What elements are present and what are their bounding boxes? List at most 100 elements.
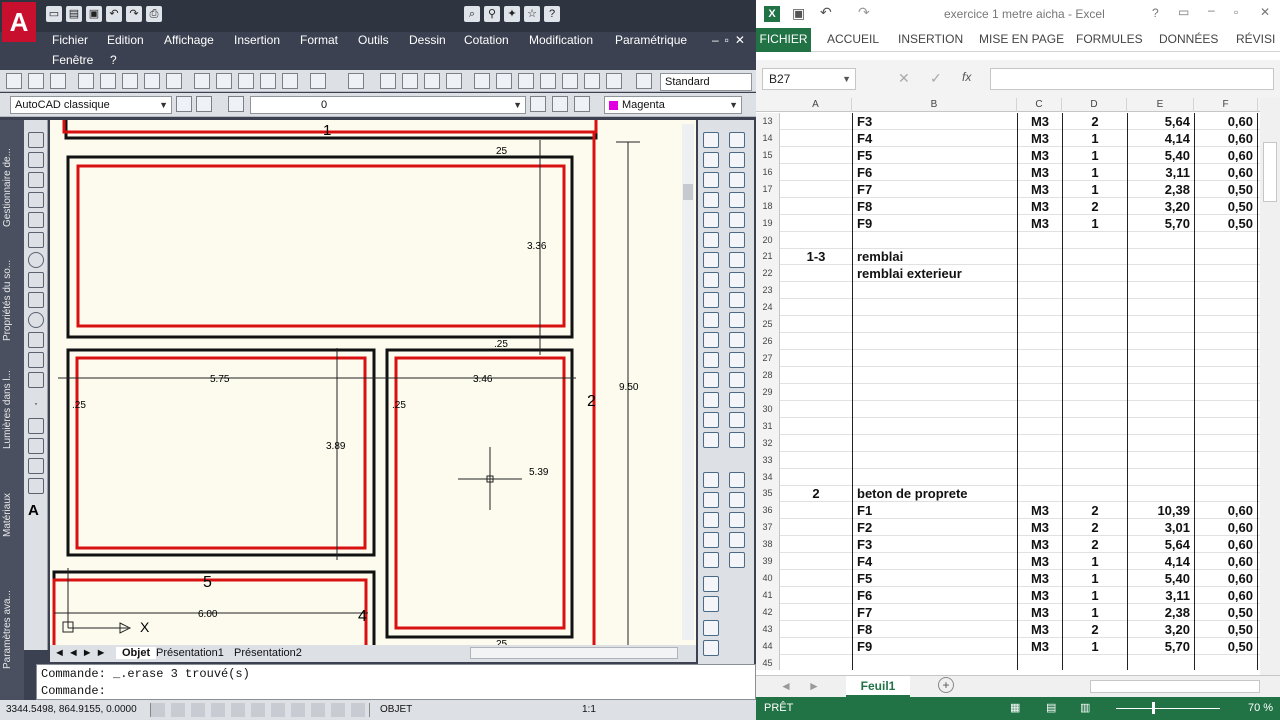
stretch-icon[interactable] <box>703 292 719 308</box>
cell-c[interactable]: M3 <box>1017 620 1062 638</box>
row-header[interactable]: 24 <box>756 299 780 317</box>
cell-c[interactable]: M3 <box>1017 553 1062 571</box>
tab-presentation2[interactable]: Présentation2 <box>234 647 302 659</box>
cell-b[interactable]: F3 <box>852 536 1017 554</box>
polygon-icon[interactable] <box>28 192 44 208</box>
cell-d[interactable]: 1 <box>1062 637 1127 655</box>
cell-e[interactable] <box>1127 231 1194 249</box>
cell-b[interactable]: F7 <box>852 180 1017 198</box>
zoom-window-icon[interactable] <box>424 73 440 89</box>
cell-d[interactable]: 2 <box>1062 620 1127 638</box>
cell-b[interactable]: remblai exterieur <box>852 265 1017 283</box>
tab-insertion[interactable]: INSERTION <box>898 32 963 46</box>
cell-c[interactable] <box>1017 366 1062 384</box>
palette-tab-lumieres[interactable]: Lumières dans l... <box>2 360 22 460</box>
cell-c[interactable] <box>1017 451 1062 469</box>
cell-c[interactable] <box>1017 248 1062 266</box>
row-header[interactable]: 19 <box>756 214 780 232</box>
cell-a[interactable] <box>780 198 852 215</box>
cell-e[interactable] <box>1127 299 1194 317</box>
menu-edition[interactable]: Edition <box>107 33 144 47</box>
cell-b[interactable] <box>852 231 1017 249</box>
cell-f[interactable] <box>1194 350 1258 368</box>
cell-b[interactable] <box>852 350 1017 368</box>
coordinates-readout[interactable]: 3344.5498, 864.9155, 0.0000 <box>6 704 137 715</box>
model-space-button[interactable]: OBJET <box>380 704 412 715</box>
cell-b[interactable]: F9 <box>852 214 1017 232</box>
cell-a[interactable] <box>780 147 852 164</box>
single-line-text-icon[interactable] <box>703 532 719 548</box>
cell-e[interactable] <box>1127 366 1194 384</box>
autocad-logo-button[interactable]: A <box>2 2 36 42</box>
cell-d[interactable] <box>1062 265 1127 283</box>
cell-f[interactable]: 0,60 <box>1194 519 1258 537</box>
ellipse-arc-icon[interactable] <box>28 332 44 348</box>
cell-c[interactable]: M3 <box>1017 587 1062 605</box>
row-header[interactable]: 15 <box>756 146 780 164</box>
cell-c[interactable]: M3 <box>1017 637 1062 655</box>
cut-icon[interactable] <box>194 73 210 89</box>
cell-d[interactable]: 1 <box>1062 180 1127 198</box>
command-prompt[interactable]: Commande: <box>41 684 106 698</box>
cell-e[interactable] <box>1127 417 1194 435</box>
cell-a[interactable] <box>780 282 852 299</box>
row-header[interactable]: 30 <box>756 400 780 418</box>
tab-objet[interactable]: Objet <box>116 647 157 659</box>
layer-previous-icon[interactable] <box>552 96 568 112</box>
cell-d[interactable]: 1 <box>1062 570 1127 588</box>
cell-c[interactable]: M3 <box>1017 536 1062 554</box>
design-center-icon[interactable] <box>496 73 512 89</box>
tolerance-icon[interactable] <box>729 392 745 408</box>
zoom-slider-thumb[interactable] <box>1152 702 1155 714</box>
cell-f[interactable] <box>1194 316 1258 334</box>
cell-a[interactable] <box>780 265 852 282</box>
row-header[interactable]: 21 <box>756 248 780 266</box>
cell-b[interactable] <box>852 333 1017 351</box>
etransmit-icon[interactable] <box>166 73 182 89</box>
page-break-icon[interactable]: ▥ <box>1080 701 1090 714</box>
cell-a[interactable] <box>780 638 852 655</box>
insert-block-icon[interactable] <box>28 352 44 368</box>
cell-d[interactable]: 1 <box>1062 146 1127 164</box>
cell-b[interactable] <box>852 383 1017 401</box>
cell-b[interactable]: F5 <box>852 570 1017 588</box>
qnew-icon[interactable] <box>6 73 22 89</box>
menu-modification[interactable]: Modification <box>529 33 593 47</box>
cell-b[interactable]: F5 <box>852 146 1017 164</box>
cell-e[interactable]: 5,70 <box>1127 214 1194 232</box>
cell-d[interactable]: 2 <box>1062 197 1127 215</box>
drawing-canvas[interactable]: 1 2 5 4 25 3.36 .25 5.75 3.46 9.50 .25 .… <box>50 120 696 645</box>
cell-b[interactable] <box>852 434 1017 452</box>
row-header[interactable]: 13 <box>756 113 780 130</box>
row-header[interactable]: 38 <box>756 536 780 554</box>
maximize-icon[interactable]: ▫ <box>1234 5 1238 19</box>
cell-e[interactable] <box>1127 400 1194 418</box>
column-header-f[interactable]: F <box>1194 98 1258 112</box>
menu-help[interactable]: ? <box>110 53 117 67</box>
cell-f[interactable] <box>1194 265 1258 283</box>
cell-a[interactable] <box>780 215 852 232</box>
row-header[interactable]: 17 <box>756 180 780 198</box>
text-style-combo[interactable]: Standard <box>660 73 752 91</box>
cell-c[interactable] <box>1017 434 1062 452</box>
cell-c[interactable] <box>1017 333 1062 351</box>
cell-a[interactable] <box>780 316 852 333</box>
cell-c[interactable]: M3 <box>1017 519 1062 537</box>
cell-e[interactable]: 5,40 <box>1127 146 1194 164</box>
spline-icon[interactable] <box>28 292 44 308</box>
revision-cloud-icon[interactable] <box>28 272 44 288</box>
cell-e[interactable]: 3,20 <box>1127 620 1194 638</box>
gradient-icon[interactable] <box>28 438 44 454</box>
ribbon-display-icon[interactable]: ▭ <box>1178 5 1189 19</box>
save-icon[interactable]: ▣ <box>86 6 102 22</box>
cell-a[interactable] <box>780 502 852 519</box>
cell-b[interactable] <box>852 451 1017 469</box>
cell-d[interactable] <box>1062 383 1127 401</box>
row-header[interactable]: 43 <box>756 620 780 638</box>
scrollbar-thumb[interactable] <box>683 184 693 200</box>
tab-revision[interactable]: RÉVISI <box>1236 32 1275 46</box>
arc-icon[interactable] <box>28 232 44 248</box>
undo-icon[interactable]: ↶ <box>106 6 122 22</box>
cell-c[interactable] <box>1017 400 1062 418</box>
cell-f[interactable] <box>1194 485 1258 503</box>
